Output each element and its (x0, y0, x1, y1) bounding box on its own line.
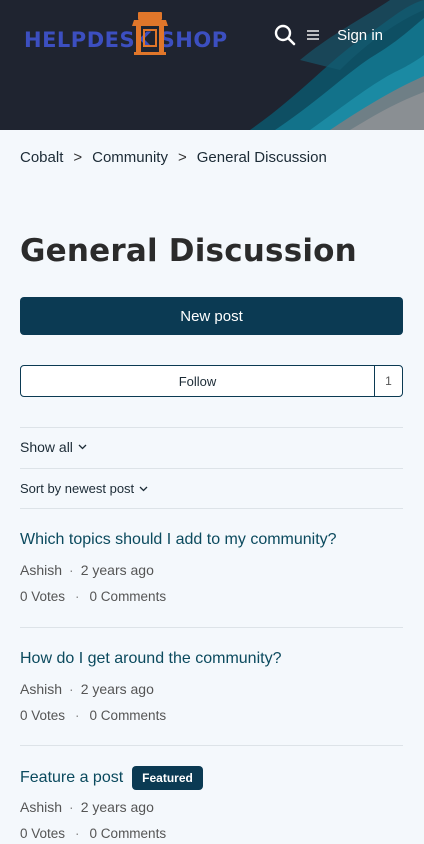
meta-dot: · (75, 589, 80, 604)
post-title[interactable]: Which topics should I add to my communit… (20, 531, 337, 549)
meta-dot: · (69, 681, 74, 697)
post-time: 2 years ago (80, 562, 154, 578)
chevron-down-icon (139, 486, 148, 491)
post-author: Ashish (20, 562, 63, 578)
post-item: How do I get around the community? Ashis… (20, 650, 403, 723)
post-author: Ashish (20, 799, 63, 815)
breadcrumb-separator: > (177, 149, 187, 166)
post-comments: 0 Comments (89, 826, 167, 841)
show-all-filter[interactable]: Show all (20, 439, 87, 455)
post-comments: 0 Comments (89, 708, 167, 723)
sort-label: Sort by newest post (20, 481, 135, 496)
meta-dot: · (75, 826, 80, 841)
new-post-button[interactable]: New post (20, 297, 403, 335)
menu-icon[interactable] (305, 27, 321, 43)
show-all-label: Show all (20, 439, 73, 455)
post-item: Feature a post Featured Ashish · 2 years… (20, 766, 403, 841)
meta-dot: · (75, 708, 80, 723)
post-votes: 0 Votes (20, 589, 66, 604)
post-title[interactable]: Feature a post (20, 769, 123, 787)
logo-text: HELPDESK SHOP (24, 28, 228, 52)
divider (20, 745, 403, 746)
divider (20, 627, 403, 628)
breadcrumb-item-community[interactable]: Community (92, 149, 168, 166)
follower-count: 1 (374, 366, 402, 396)
site-header: HELPDESK SHOP Sign in (0, 0, 424, 130)
meta-dot: · (69, 799, 74, 815)
follow-control: Follow 1 (20, 365, 403, 397)
post-comments: 0 Comments (89, 589, 167, 604)
post-time: 2 years ago (80, 681, 154, 697)
breadcrumb-item-cobalt[interactable]: Cobalt (20, 149, 63, 166)
follow-button[interactable]: Follow (21, 366, 374, 396)
divider (20, 468, 403, 469)
post-votes: 0 Votes (20, 826, 66, 841)
post-author: Ashish (20, 681, 63, 697)
divider (20, 427, 403, 428)
breadcrumb: Cobalt > Community > General Discussion (20, 149, 327, 166)
divider (20, 508, 403, 509)
meta-dot: · (69, 562, 74, 578)
sort-filter[interactable]: Sort by newest post (20, 481, 148, 496)
sign-in-link[interactable]: Sign in (337, 27, 383, 44)
shop-icon (132, 12, 168, 55)
post-item: Which topics should I add to my communit… (20, 531, 403, 604)
featured-badge: Featured (132, 766, 203, 790)
chevron-down-icon (78, 444, 87, 450)
logo[interactable]: HELPDESK SHOP (24, 12, 228, 56)
page-title: General Discussion (20, 233, 357, 269)
search-icon[interactable] (273, 23, 297, 47)
breadcrumb-item-current[interactable]: General Discussion (197, 149, 327, 166)
breadcrumb-separator: > (73, 149, 83, 166)
post-title[interactable]: How do I get around the community? (20, 650, 281, 668)
post-votes: 0 Votes (20, 708, 66, 723)
post-time: 2 years ago (80, 799, 154, 815)
